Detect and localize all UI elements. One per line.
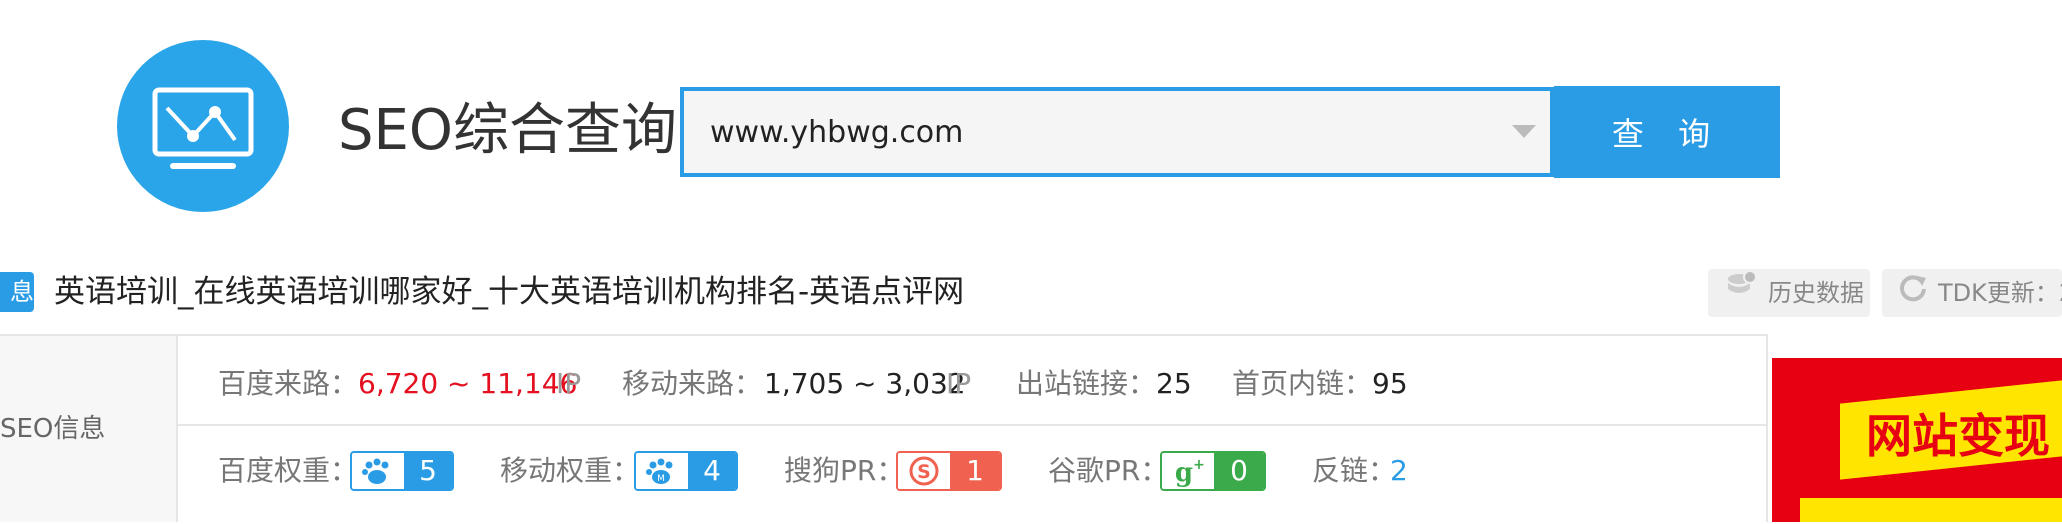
baidu-weight-label: 百度权重： bbox=[218, 454, 359, 487]
tdk-label: TDK更新：2( bbox=[1938, 279, 2062, 307]
search-input[interactable] bbox=[710, 91, 1490, 173]
outbound-links-value[interactable]: 25 bbox=[1156, 364, 1192, 404]
search-box[interactable] bbox=[680, 87, 1554, 177]
mobile-traffic-unit: IP bbox=[946, 367, 972, 400]
mobile-weight-value: 4 bbox=[688, 453, 736, 489]
google-pr-value: 0 bbox=[1214, 453, 1264, 489]
mobile-traffic-label: 移动来路： bbox=[622, 367, 763, 400]
seo-info-label: SEO信息 bbox=[0, 414, 106, 444]
google-plus-icon: g + bbox=[1162, 453, 1214, 489]
ad-text: 网站变现 bbox=[1866, 409, 2050, 463]
history-label: 历史数据 bbox=[1768, 279, 1864, 307]
sogou-pr-label: 搜狗PR： bbox=[784, 454, 905, 487]
monitor-chart-logo-icon bbox=[117, 40, 289, 212]
svg-text:g: g bbox=[1175, 458, 1193, 488]
mobile-weight-label: 移动权重： bbox=[500, 454, 641, 487]
mobile-weight-badge[interactable]: M 4 bbox=[634, 451, 738, 491]
outbound-links-label: 出站链接： bbox=[1016, 367, 1157, 400]
table-border bbox=[1766, 334, 1768, 522]
backlinks-value[interactable]: 2 bbox=[1390, 451, 1408, 491]
history-icon bbox=[1724, 269, 1758, 317]
sogou-icon: S bbox=[898, 453, 950, 489]
tdk-update-button[interactable]: TDK更新：2( bbox=[1882, 269, 2062, 317]
baidu-paw-icon bbox=[352, 453, 404, 489]
google-pr-label: 谷歌PR： bbox=[1048, 454, 1169, 487]
baidu-traffic-label: 百度来路： bbox=[218, 367, 359, 400]
page-title: SEO综合查询 bbox=[338, 98, 678, 163]
row-divider bbox=[178, 424, 1768, 426]
baidu-weight-value: 5 bbox=[404, 453, 452, 489]
section-tag: 息 bbox=[0, 272, 34, 312]
google-pr-badge[interactable]: g + 0 bbox=[1160, 451, 1266, 491]
svg-text:M: M bbox=[657, 474, 665, 484]
ad-decoration bbox=[1800, 498, 2062, 522]
baidu-weight-badge[interactable]: 5 bbox=[350, 451, 454, 491]
refresh-icon bbox=[1898, 270, 1928, 317]
baidu-mobile-icon: M bbox=[636, 453, 688, 489]
sogou-pr-badge[interactable]: S 1 bbox=[896, 451, 1002, 491]
svg-text:+: + bbox=[1193, 457, 1205, 473]
history-button[interactable]: 历史数据 bbox=[1708, 269, 1870, 317]
query-button[interactable]: 查 询 bbox=[1554, 86, 1780, 178]
dropdown-arrow-icon[interactable] bbox=[1512, 125, 1536, 138]
mobile-traffic-value: 1,705 ~ 3,032 bbox=[764, 367, 966, 400]
baidu-traffic-unit: IP bbox=[556, 367, 582, 400]
baidu-traffic-value: 6,720 ~ 11,146 bbox=[358, 367, 578, 400]
svg-text:S: S bbox=[917, 461, 931, 483]
seo-info-table bbox=[0, 334, 1768, 524]
internal-links-label: 首页内链： bbox=[1232, 367, 1373, 400]
backlinks-label: 反链： bbox=[1312, 454, 1397, 487]
internal-links-value[interactable]: 95 bbox=[1372, 364, 1408, 404]
site-title: 英语培训_在线英语培训哪家好_十大英语培训机构排名-英语点评网 bbox=[54, 274, 965, 310]
sogou-pr-value: 1 bbox=[950, 453, 1000, 489]
